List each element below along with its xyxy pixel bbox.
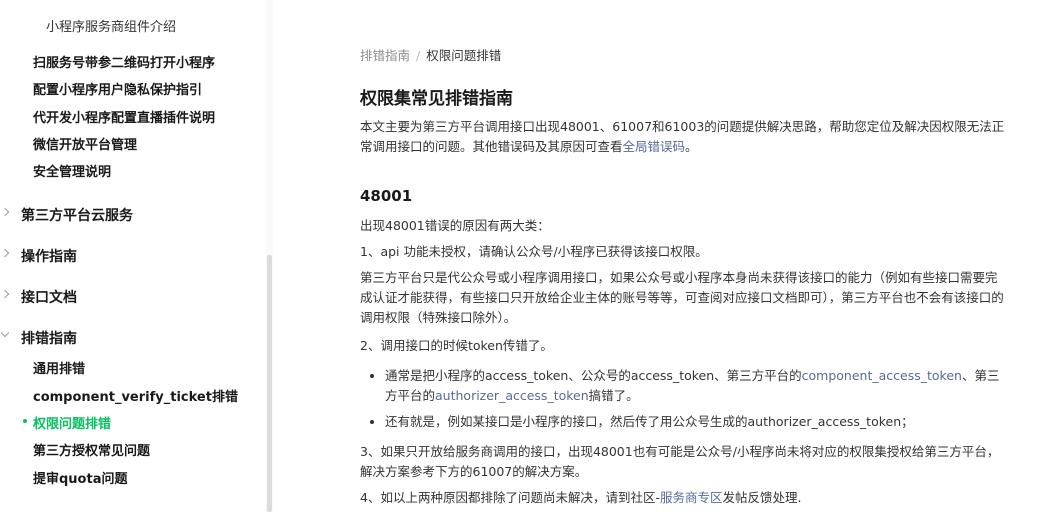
breadcrumb: 排错指南 / 权限问题排错 bbox=[360, 45, 501, 64]
reason-2: 2、调用接口的时候token传错了。 bbox=[360, 338, 553, 353]
sidebar-nav: 小程序服务商组件介绍 扫服务号带参二维码打开小程序 配置小程序用户隐私保护指引 … bbox=[0, 0, 268, 512]
reason-4-text-a: 4、如以上两种原因都排除了问题尚未解决，请到社区- bbox=[360, 490, 660, 505]
sidebar-item-auth-faq[interactable]: 第三方授权常见问题 bbox=[33, 440, 150, 459]
reason-4: 4、如以上两种原因都排除了问题尚未解决，请到社区-服务商专区发帖反馈处理. bbox=[360, 488, 801, 508]
bullet-icon bbox=[370, 374, 374, 378]
bullet-item-1: 通常是把小程序的access_token、公众号的access_token、第三… bbox=[385, 366, 1005, 406]
sidebar-item-live-plugin[interactable]: 代开发小程序配置直播插件说明 bbox=[33, 107, 215, 126]
sidebar-scrollbar-thumb[interactable] bbox=[267, 255, 272, 512]
page-title: 权限集常见排错指南 bbox=[360, 89, 513, 109]
sidebar-item-security[interactable]: 安全管理说明 bbox=[33, 161, 111, 180]
sidebar-item-permission[interactable]: 权限问题排错 bbox=[33, 413, 111, 432]
authorizer-access-token-link[interactable]: authorizer_access_token bbox=[435, 388, 589, 403]
component-access-token-link[interactable]: component_access_token bbox=[802, 368, 962, 383]
sidebar-section-api[interactable]: 接口文档 bbox=[21, 287, 77, 307]
reasons-intro: 出现48001错误的原因有两大类： bbox=[360, 218, 550, 233]
intro-end: 。 bbox=[685, 139, 698, 154]
breadcrumb-parent-link[interactable]: 排错指南 bbox=[360, 48, 410, 63]
section-heading-48001: 48001 bbox=[360, 187, 413, 205]
provider-zone-link[interactable]: 服务商专区 bbox=[660, 490, 723, 505]
sidebar-item-verify-ticket[interactable]: component_verify_ticket排错 bbox=[33, 386, 238, 405]
sidebar-item-general[interactable]: 通用排错 bbox=[33, 358, 85, 377]
reason-3: 3、如果只开放给服务商调用的接口，出现48001也有可能是公众号/小程序尚未将对… bbox=[360, 444, 1000, 479]
sidebar-item-privacy-guide[interactable]: 配置小程序用户隐私保护指引 bbox=[33, 79, 202, 98]
bullet-1-text-a: 通常是把小程序的access_token、公众号的access_token、第三… bbox=[385, 368, 802, 383]
chevron-right-icon[interactable] bbox=[0, 289, 10, 299]
sidebar-item-component-intro[interactable]: 小程序服务商组件介绍 bbox=[46, 16, 176, 35]
chevron-down-icon[interactable] bbox=[0, 328, 10, 338]
chevron-right-icon[interactable] bbox=[0, 207, 10, 217]
reason-1: 1、api 功能未授权，请确认公众号/小程序已获得该接口权限。 bbox=[360, 244, 708, 259]
bullet-icon bbox=[370, 420, 374, 424]
sidebar-section-troubleshoot[interactable]: 排错指南 bbox=[21, 328, 77, 348]
breadcrumb-current: 权限问题排错 bbox=[426, 48, 502, 63]
sidebar-section-guide[interactable]: 操作指南 bbox=[21, 246, 77, 266]
sidebar-item-scan-qrcode[interactable]: 扫服务号带参二维码打开小程序 bbox=[33, 52, 215, 71]
active-indicator-icon bbox=[23, 419, 27, 423]
bullet-1-text-c: 搞错了。 bbox=[588, 388, 639, 403]
reason-1-detail: 第三方平台只是代公众号或小程序调用接口，如果公众号或小程序本身尚未获得该接口的能… bbox=[360, 270, 1004, 325]
bullet-item-2: 还有就是，例如某接口是小程序的接口，然后传了用公众号生成的authorizer_… bbox=[385, 414, 914, 429]
sidebar-section-cloud[interactable]: 第三方平台云服务 bbox=[21, 205, 133, 225]
breadcrumb-separator: / bbox=[416, 48, 421, 63]
reason-4-text-b: 发帖反馈处理. bbox=[722, 490, 802, 505]
sidebar-item-open-platform-admin[interactable]: 微信开放平台管理 bbox=[33, 134, 137, 153]
chevron-right-icon[interactable] bbox=[0, 248, 10, 258]
intro-paragraph: 本文主要为第三方平台调用接口出现48001、61007和61003的问题提供解决… bbox=[360, 117, 1005, 157]
sidebar-item-quota[interactable]: 提审quota问题 bbox=[33, 468, 127, 487]
global-error-code-link[interactable]: 全局错误码 bbox=[623, 139, 686, 154]
